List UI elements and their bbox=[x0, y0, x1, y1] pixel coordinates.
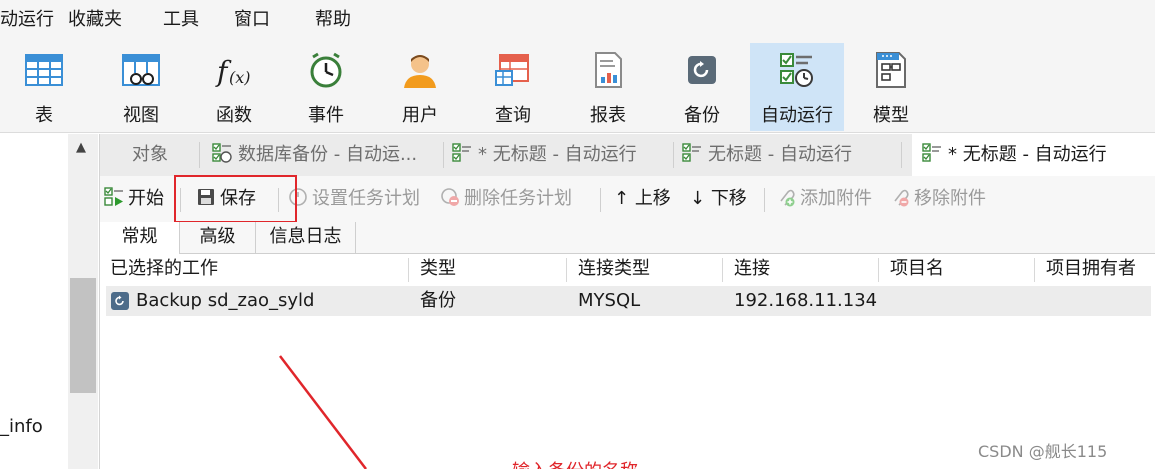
tab-db-backup-automation[interactable]: 数据库备份 - 自动运... bbox=[212, 134, 444, 176]
tab-objects[interactable]: 对象 bbox=[100, 134, 200, 176]
automation-icon bbox=[780, 53, 813, 87]
column-header-selected-job[interactable]: 已选择的工作 bbox=[110, 258, 218, 280]
subtab-info-log[interactable]: 信息日志 bbox=[256, 222, 356, 254]
remove-attachment-button[interactable]: 移除附件 bbox=[890, 186, 986, 212]
backup-icon bbox=[688, 56, 716, 84]
save-highlight-annotation bbox=[174, 175, 297, 223]
tab-untitled-automation-2[interactable]: 无标题 - 自动运行 bbox=[682, 134, 902, 176]
toolbar-table-button[interactable]: 表 bbox=[6, 43, 82, 131]
menu-autorun[interactable]: 动运行 bbox=[0, 9, 54, 31]
toolbar-query-button[interactable]: 查询 bbox=[475, 43, 551, 131]
start-button[interactable]: 开始 bbox=[104, 186, 164, 212]
toolbar-backup-button[interactable]: 备份 bbox=[664, 43, 740, 131]
move-down-label: 下移 bbox=[710, 188, 747, 209]
toolbar-event-button[interactable]: 事件 bbox=[288, 43, 364, 131]
move-up-label: 上移 bbox=[634, 188, 671, 209]
cell-connection: 192.168.11.134 bbox=[734, 290, 878, 311]
set-schedule-button[interactable]: 设置任务计划 bbox=[288, 186, 420, 212]
start-icon bbox=[104, 187, 123, 206]
menu-tools[interactable]: 工具 bbox=[163, 9, 199, 31]
column-header-connection-type[interactable]: 连接类型 bbox=[578, 258, 650, 280]
toolbar-model-button[interactable]: 模型 bbox=[853, 43, 929, 131]
remove-attachment-icon bbox=[894, 189, 909, 207]
cell-connection-type: MYSQL bbox=[578, 290, 641, 311]
menu-favorites[interactable]: 收藏夹 bbox=[68, 9, 122, 31]
subtab-general[interactable]: 常规 bbox=[100, 222, 180, 255]
automation-tab-icon bbox=[922, 143, 941, 162]
tree-item-info[interactable]: _info bbox=[0, 416, 43, 437]
toolbar-event-label: 事件 bbox=[308, 105, 344, 126]
toolbar-user-label: 用户 bbox=[402, 105, 438, 126]
toolbar-query-label: 查询 bbox=[495, 105, 531, 126]
event-clock-icon bbox=[310, 52, 342, 88]
column-header-project-owner[interactable]: 项目拥有者 bbox=[1046, 258, 1136, 280]
add-attachment-icon bbox=[780, 189, 795, 207]
toolbar-function-button[interactable]: f (x) 函数 bbox=[196, 43, 272, 131]
start-label: 开始 bbox=[128, 188, 164, 209]
toolbar-view-button[interactable]: 视图 bbox=[103, 43, 179, 131]
annotation-hint-text: 输入备份的名称 bbox=[512, 457, 638, 469]
report-icon bbox=[595, 52, 622, 88]
table-icon bbox=[25, 54, 63, 86]
backup-job-icon bbox=[111, 292, 129, 310]
tab-active-label: * 无标题 - 自动运行 bbox=[948, 144, 1107, 165]
automation-tab-icon bbox=[212, 143, 232, 163]
menu-bar: 动运行 收藏夹 工具 窗口 帮助 bbox=[0, 0, 1155, 40]
query-icon bbox=[495, 54, 529, 86]
arrow-up-icon: ↑ bbox=[614, 188, 635, 209]
toolbar-function-label: 函数 bbox=[216, 105, 252, 126]
document-tab-bar: 对象 数据库备份 - 自动运... * 无标题 - 自动运行 无标题 - 自动运… bbox=[100, 134, 1155, 176]
toolbar-backup-label: 备份 bbox=[684, 105, 720, 126]
toolbar-report-button[interactable]: 报表 bbox=[570, 43, 646, 131]
selected-jobs-table: 已选择的工作 类型 连接类型 连接 项目名 项目拥有者 Backup sd_za… bbox=[100, 254, 1155, 469]
arrow-down-icon: ↓ bbox=[690, 188, 711, 209]
tab-untitled-automation-active[interactable]: * 无标题 - 自动运行 bbox=[912, 134, 1155, 176]
user-icon bbox=[404, 55, 436, 88]
table-row[interactable]: Backup sd_zao_syld 备份 MYSQL 192.168.11.1… bbox=[106, 286, 1151, 316]
cell-type: 备份 bbox=[420, 290, 456, 311]
toolbar-model-label: 模型 bbox=[873, 105, 909, 126]
add-attachment-button[interactable]: 添加附件 bbox=[776, 186, 872, 212]
menu-window[interactable]: 窗口 bbox=[234, 9, 270, 31]
left-scrollbar-thumb[interactable] bbox=[70, 278, 96, 393]
automation-tab-icon bbox=[452, 143, 471, 162]
scroll-up-arrow-icon[interactable]: ▲ bbox=[76, 140, 86, 155]
view-icon bbox=[122, 54, 160, 86]
move-down-button[interactable]: ↓ 下移 bbox=[690, 186, 747, 212]
delete-schedule-button[interactable]: 删除任务计划 bbox=[440, 186, 572, 212]
delete-schedule-label: 删除任务计划 bbox=[464, 188, 572, 209]
move-up-button[interactable]: ↑ 上移 bbox=[614, 186, 671, 212]
subtab-advanced[interactable]: 高级 bbox=[180, 222, 256, 254]
toolbar-table-label: 表 bbox=[35, 105, 53, 126]
main-toolbar: 表 视图 f (x) 函数 事件 用户 查询 报表 备份 自动运行 模型 bbox=[0, 40, 1155, 133]
toolbar-automation-button[interactable]: 自动运行 bbox=[750, 43, 844, 131]
add-attachment-label: 添加附件 bbox=[800, 188, 872, 209]
toolbar-report-label: 报表 bbox=[590, 105, 626, 126]
settings-subtab-bar: 常规 高级 信息日志 bbox=[100, 222, 1155, 255]
cell-job-name: Backup sd_zao_syld bbox=[136, 290, 315, 311]
automation-tab-icon bbox=[682, 143, 701, 162]
toolbar-automation-label: 自动运行 bbox=[761, 105, 833, 126]
menu-help[interactable]: 帮助 bbox=[315, 9, 351, 31]
column-header-type[interactable]: 类型 bbox=[420, 258, 456, 280]
column-header-project-name[interactable]: 项目名 bbox=[890, 258, 944, 280]
tab-untitled-1-label: * 无标题 - 自动运行 bbox=[478, 144, 637, 165]
annotation-arrow-icon bbox=[279, 355, 367, 469]
delete-schedule-icon bbox=[441, 188, 459, 206]
tab-untitled-automation-1[interactable]: * 无标题 - 自动运行 bbox=[452, 134, 674, 176]
remove-attachment-label: 移除附件 bbox=[914, 188, 986, 209]
tab-db-backup-label: 数据库备份 - 自动运... bbox=[238, 144, 418, 165]
column-header-connection[interactable]: 连接 bbox=[734, 258, 770, 280]
watermark: CSDN @舰长115 bbox=[978, 442, 1108, 461]
set-schedule-label: 设置任务计划 bbox=[312, 188, 420, 209]
function-icon: f (x) bbox=[215, 55, 251, 88]
model-icon bbox=[876, 52, 906, 88]
tab-untitled-2-label: 无标题 - 自动运行 bbox=[708, 144, 852, 165]
svg-text:(x): (x) bbox=[229, 68, 251, 87]
toolbar-view-label: 视图 bbox=[123, 105, 159, 126]
toolbar-user-button[interactable]: 用户 bbox=[382, 43, 458, 131]
tab-objects-label: 对象 bbox=[132, 144, 168, 165]
